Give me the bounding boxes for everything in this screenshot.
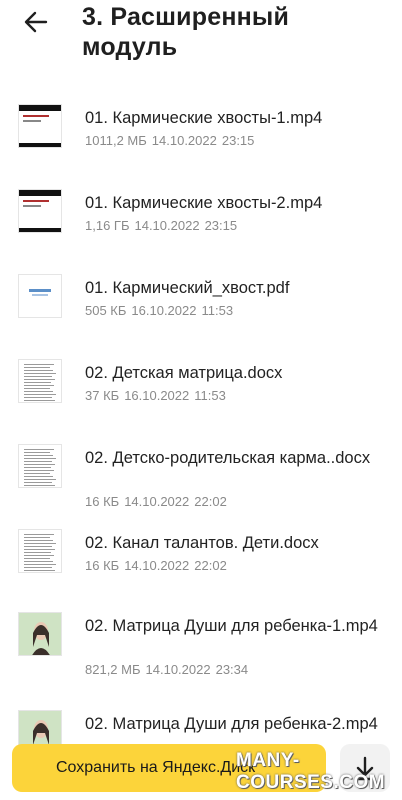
thumbnail-image — [19, 105, 61, 147]
file-date: 16.10.2022 — [131, 303, 197, 318]
file-time: 22:02 — [194, 494, 227, 509]
file-meta: 37 КБ 16.10.2022 11:53 — [85, 388, 226, 404]
file-meta: 505 КБ 16.10.2022 11:53 — [85, 303, 233, 319]
file-date: 14.10.2022 — [151, 133, 217, 148]
file-time: 23:15 — [204, 218, 238, 233]
file-size: 821,2 МБ — [85, 662, 141, 677]
file-thumbnail — [18, 189, 62, 233]
file-row[interactable]: 02. Детская матрица.docx 37 КБ 16.10.2022 1… — [0, 351, 402, 431]
file-size: 16 КБ — [85, 494, 120, 509]
file-thumbnail — [18, 612, 62, 656]
file-name: 02. Матрица Души для ребенка-1.mp4 — [85, 617, 378, 635]
thumbnail-image — [19, 275, 61, 317]
file-size: 37 КБ — [85, 388, 120, 403]
thumbnail-image — [19, 530, 61, 572]
file-time: 11:53 — [194, 388, 226, 403]
file-meta: 16 КБ 14.10.2022 22:02 — [85, 558, 227, 574]
file-date: 14.10.2022 — [145, 662, 211, 677]
file-thumbnail — [18, 359, 62, 403]
file-size: 1011,2 МБ — [85, 133, 147, 148]
file-name: 02. Детско-родительская карма..docx — [85, 449, 371, 467]
arrow-left-icon[interactable] — [22, 8, 50, 36]
file-row[interactable]: 01. Кармический_хвост.pdf 505 КБ 16.10.202… — [0, 266, 402, 346]
file-row[interactable]: 02. Детско-родительская карма..docx 16 КБ… — [0, 436, 402, 516]
file-time: 23:15 — [221, 133, 255, 148]
thumbnail-image — [19, 360, 61, 402]
thumbnail-image — [19, 445, 61, 487]
save-button-label: Сохранить на Яндекс.Диск — [56, 759, 256, 776]
file-name: 02. Канал талантов. Дети.docx — [85, 534, 319, 552]
file-row[interactable]: 01. Кармические хвосты-2.mp4 1,16 ГБ 14.10… — [0, 181, 402, 261]
watermark: MANY-COURSES.COM — [236, 750, 386, 793]
file-name: 01. Кармические хвосты-2.mp4 — [85, 194, 323, 212]
file-meta: 1,16 ГБ 14.10.2022 23:15 — [85, 218, 237, 234]
thumbnail-image — [19, 613, 61, 655]
file-date: 14.10.2022 — [124, 494, 190, 509]
file-meta: 1011,2 МБ 14.10.2022 23:15 — [85, 133, 254, 149]
file-thumbnail — [18, 104, 62, 148]
bottom-bar: Сохранить на Яндекс.Диск MANY-COURSES.CO… — [0, 736, 402, 800]
thumbnail-image — [19, 190, 61, 232]
header: 3. Расширенный модуль — [0, 0, 402, 72]
file-name: 02. Детская матрица.docx — [85, 364, 283, 382]
file-meta: 16 КБ 14.10.2022 22:02 — [85, 494, 227, 510]
file-size: 505 КБ — [85, 303, 127, 318]
page-title: 3. Расширенный модуль — [82, 3, 290, 61]
file-size: 1,16 ГБ — [85, 218, 130, 233]
file-time: 11:53 — [201, 303, 234, 318]
file-size: 16 КБ — [85, 558, 120, 573]
file-time: 23:34 — [215, 662, 249, 677]
file-date: 14.10.2022 — [134, 218, 200, 233]
file-thumbnail — [18, 274, 62, 318]
file-date: 16.10.2022 — [124, 388, 190, 403]
file-row[interactable]: 02. Матрица Души для ребенка-1.mp4 821,2 … — [0, 604, 402, 684]
file-meta: 821,2 МБ 14.10.2022 23:34 — [85, 662, 248, 678]
file-thumbnail — [18, 444, 62, 488]
file-name: 01. Кармический_хвост.pdf — [85, 279, 290, 297]
file-name: 02. Матрица Души для ребенка-2.mp4 — [85, 715, 378, 733]
file-name: 01. Кармические хвосты-1.mp4 — [85, 109, 323, 127]
file-date: 14.10.2022 — [124, 558, 190, 573]
file-time: 22:02 — [194, 558, 227, 573]
file-thumbnail — [18, 529, 62, 573]
file-row[interactable]: 01. Кармические хвосты-1.mp4 1011,2 МБ 14.… — [0, 96, 402, 176]
file-row[interactable]: 02. Канал талантов. Дети.docx 16 КБ 14.10.… — [0, 521, 402, 601]
